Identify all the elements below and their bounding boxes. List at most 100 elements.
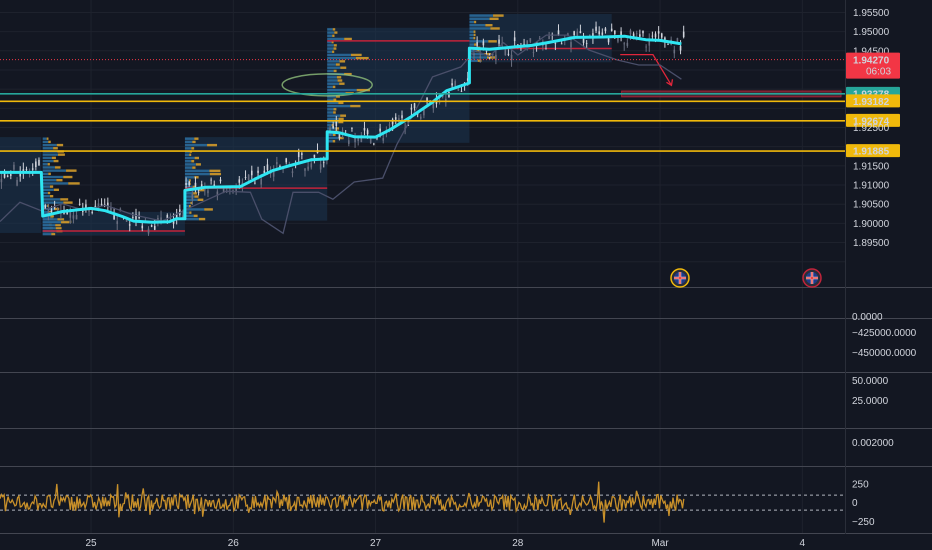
volume-bar — [327, 108, 334, 111]
volume-bar — [335, 63, 340, 66]
volume-bar — [469, 33, 474, 37]
volume-bar — [42, 175, 64, 179]
volume-bar — [53, 159, 59, 163]
volume-bar — [333, 44, 337, 47]
candle-body — [460, 90, 463, 92]
candle-body — [31, 168, 34, 170]
volume-bar — [49, 185, 54, 188]
volume-bar — [327, 114, 341, 117]
volume-bar — [57, 153, 65, 156]
candle-body — [529, 38, 532, 42]
candle-body — [582, 38, 585, 43]
volume-bar — [195, 163, 201, 166]
candle-body — [451, 83, 453, 86]
volume-bar — [473, 30, 476, 33]
candle-body — [351, 128, 353, 129]
candle-body — [504, 49, 507, 56]
volume-bar — [339, 60, 346, 63]
volume-bar — [55, 227, 62, 230]
uk-flag-icon[interactable] — [802, 268, 822, 288]
volume-bar — [350, 104, 361, 108]
volume-bar — [42, 221, 61, 224]
candle-body — [476, 42, 478, 46]
candle-body — [307, 166, 309, 170]
volume-bar — [194, 195, 199, 198]
candle-body — [482, 41, 485, 46]
volume-bar — [327, 82, 340, 85]
candle-body — [254, 182, 256, 184]
volume-bar — [469, 43, 475, 46]
time-tick-label: 25 — [85, 538, 97, 549]
volume-bar — [68, 182, 80, 185]
candle-body — [260, 179, 262, 185]
volume-bar — [488, 40, 497, 43]
candle-body — [257, 170, 259, 173]
price-tick-label: 1.89500 — [853, 238, 890, 249]
candle-body — [301, 153, 303, 155]
candle-body — [276, 162, 278, 165]
volume-bar — [327, 117, 339, 121]
volume-bar — [184, 163, 196, 166]
volume-bar — [333, 47, 337, 50]
time-axis[interactable]: 25 26 27 28 Mar 4 — [0, 534, 932, 550]
volume-bar — [42, 172, 49, 176]
volume-bar — [474, 43, 477, 46]
candle-body — [373, 143, 375, 145]
volume-bar — [327, 31, 335, 34]
volume-bar — [209, 169, 221, 173]
indicator-tick-label: 50.0000 — [852, 376, 889, 387]
candle-body — [297, 151, 300, 158]
price-tick-label: 1.92500 — [853, 123, 890, 134]
candle-body — [579, 31, 582, 34]
volume-bar — [191, 159, 195, 163]
indicator-tick-label: 0.0000 — [852, 312, 883, 323]
candle-body — [682, 31, 685, 38]
candle-body — [657, 31, 660, 34]
volume-bar — [198, 217, 206, 221]
volume-bar — [184, 217, 199, 221]
volume-bar — [42, 143, 57, 147]
candle-body — [473, 53, 475, 55]
candle-body — [341, 130, 344, 132]
volume-bar — [184, 143, 208, 147]
volume-bar — [338, 117, 344, 121]
oscillator-tick-label: 0 — [852, 498, 858, 509]
candle-body — [247, 174, 250, 181]
candle-body — [679, 45, 682, 51]
candle-body — [153, 225, 156, 230]
price-tick-label: 1.95000 — [853, 27, 890, 38]
volume-bar — [42, 140, 49, 144]
volume-bar — [327, 136, 339, 140]
volume-bar — [42, 156, 52, 160]
volume-bar — [474, 20, 477, 24]
candle-body — [645, 46, 647, 48]
trading-chart[interactable]: 1.955001.950001.945001.9427006:031.93378… — [0, 0, 932, 550]
volume-bar — [327, 88, 357, 92]
volume-bar — [60, 221, 70, 224]
volume-bar — [53, 147, 58, 150]
candle-body — [72, 215, 75, 219]
candle-body — [660, 33, 663, 38]
volume-bar — [327, 28, 333, 31]
candle-body — [360, 137, 363, 143]
uk-flag-icon[interactable] — [670, 268, 690, 288]
candle-body — [166, 215, 169, 218]
volume-bar — [42, 188, 54, 192]
candle-body — [35, 161, 37, 168]
candle-body — [85, 204, 87, 208]
candle-body — [585, 43, 588, 44]
volume-bar — [327, 111, 334, 114]
candle-body — [457, 88, 460, 91]
candle-body — [413, 103, 416, 109]
volume-bar — [194, 137, 199, 140]
oscillator-tick-label: 250 — [852, 479, 869, 490]
time-axis-background — [0, 534, 932, 550]
volume-bar — [48, 172, 51, 176]
volume-bar — [327, 127, 336, 130]
candle-body — [141, 225, 144, 229]
volume-bar — [42, 224, 56, 227]
candle-body — [16, 179, 18, 186]
volume-bar — [42, 153, 58, 156]
volume-bar — [327, 34, 333, 37]
candle-body — [150, 225, 153, 227]
